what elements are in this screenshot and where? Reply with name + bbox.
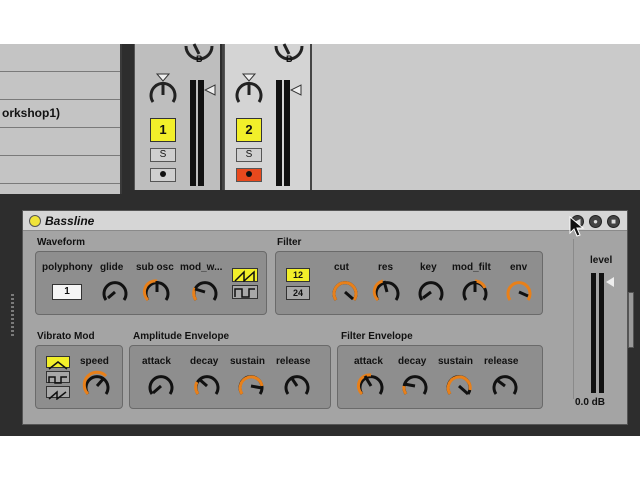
- res-knob[interactable]: [372, 276, 402, 306]
- amp-release-knob[interactable]: [282, 370, 312, 400]
- amp-release-label: release: [276, 356, 311, 367]
- square-wave-button[interactable]: [232, 285, 258, 299]
- saw-wave-icon: [234, 270, 255, 283]
- waveform-section-title: Waveform: [37, 237, 85, 248]
- amp-env-panel: attack decay sustain release: [129, 345, 331, 409]
- polyphony-label: polyphony: [42, 262, 93, 273]
- filter-slope-12-button[interactable]: 12: [286, 268, 310, 282]
- amp-attack-knob[interactable]: [146, 370, 176, 400]
- mod-w-knob[interactable]: [190, 276, 220, 306]
- amp-sustain-label: sustain: [230, 356, 266, 367]
- track-divider: [222, 44, 224, 190]
- env-knob[interactable]: [504, 276, 534, 306]
- filter-decay-knob[interactable]: [400, 370, 430, 400]
- level-fader-arrow-icon[interactable]: [606, 277, 614, 287]
- send-label: B: [286, 54, 293, 64]
- env-label: env: [510, 262, 528, 273]
- bassline-device: Bassline ◀ ● ■ Waveform polyphony 1 glid…: [22, 210, 628, 425]
- level-meter-right: [599, 273, 604, 393]
- filter-sustain-label: sustain: [438, 356, 474, 367]
- vibrato-triangle-button[interactable]: [46, 356, 70, 370]
- sub-osc-knob[interactable]: [142, 276, 172, 306]
- track-1-activator[interactable]: 1: [150, 118, 176, 142]
- res-label: res: [378, 262, 394, 273]
- vibrato-section-title: Vibrato Mod: [37, 331, 95, 342]
- device-power-button[interactable]: [29, 215, 41, 227]
- filter-release-knob[interactable]: [490, 370, 520, 400]
- waveform-panel: polyphony 1 glide sub osc mod_w...: [35, 251, 267, 315]
- vibrato-panel: speed: [35, 345, 123, 409]
- track-2-volume-arrow-icon[interactable]: [290, 84, 302, 96]
- pan-knob-track-2[interactable]: [232, 72, 266, 112]
- square-wave-icon: [234, 288, 255, 298]
- amp-attack-label: attack: [142, 356, 171, 367]
- cutoff-knob[interactable]: [330, 276, 360, 306]
- square-wave-icon: [48, 376, 67, 384]
- track-2-activator[interactable]: 2: [236, 118, 262, 142]
- level-value: 0.0 dB: [575, 397, 606, 408]
- filter-decay-label: decay: [398, 356, 427, 367]
- browser-item[interactable]: [0, 128, 120, 156]
- device-chain-scrollbar[interactable]: [628, 292, 634, 348]
- filter-release-label: release: [484, 356, 519, 367]
- amp-env-section-title: Amplitude Envelope: [133, 331, 230, 342]
- mod-filt-label: mod_filt: [452, 262, 491, 273]
- browser-item[interactable]: orkshop1): [0, 100, 120, 128]
- track-2-meter-left: [276, 80, 282, 186]
- mod-w-label: mod_w...: [180, 262, 223, 273]
- track-1-arm-button[interactable]: [150, 168, 176, 182]
- track-1-volume-arrow-icon[interactable]: [204, 84, 216, 96]
- browser-item[interactable]: [0, 72, 120, 100]
- filter-attack-label: attack: [354, 356, 383, 367]
- device-resize-grip[interactable]: [11, 294, 14, 338]
- level-label: level: [590, 255, 613, 266]
- record-icon: [160, 171, 166, 177]
- cutoff-label: cut: [334, 262, 349, 273]
- filter-env-section-title: Filter Envelope: [341, 331, 413, 342]
- key-knob[interactable]: [416, 276, 446, 306]
- glide-knob[interactable]: [100, 276, 130, 306]
- level-meter-left: [591, 273, 596, 393]
- key-label: key: [420, 262, 437, 273]
- amp-decay-label: decay: [190, 356, 219, 367]
- filter-slope-24-button[interactable]: 24: [286, 286, 310, 300]
- browser-panel: orkshop1): [0, 44, 122, 194]
- speed-knob[interactable]: [82, 370, 112, 400]
- amp-decay-knob[interactable]: [192, 370, 222, 400]
- device-body: Waveform polyphony 1 glide sub osc mod_w…: [23, 231, 627, 424]
- track-1-meter-left: [190, 80, 196, 186]
- filter-panel: 12 24 cut res key mod_filt env: [275, 251, 543, 315]
- filter-sustain-knob[interactable]: [444, 370, 474, 400]
- vibrato-saw-button[interactable]: [46, 386, 70, 401]
- saw-wave-button[interactable]: [232, 268, 258, 283]
- track-2-solo-button[interactable]: S: [236, 148, 262, 162]
- track-2-arm-button[interactable]: [236, 168, 262, 182]
- level-section: level: [573, 239, 625, 399]
- track-divider: [310, 44, 312, 190]
- browser-item[interactable]: [0, 156, 120, 184]
- record-icon: [246, 171, 252, 177]
- filter-env-panel: attack decay sustain release: [337, 345, 543, 409]
- vibrato-square-button[interactable]: [46, 371, 70, 384]
- device-name: Bassline: [45, 214, 95, 228]
- pan-knob-track-1[interactable]: [146, 72, 180, 112]
- triangle-wave-icon: [48, 361, 68, 370]
- polyphony-field[interactable]: 1: [52, 284, 82, 300]
- sub-osc-label: sub osc: [136, 262, 174, 273]
- saw-wave-icon: [48, 390, 67, 401]
- mod-filt-knob[interactable]: [460, 276, 490, 306]
- device-title-bar: Bassline ◀ ● ■: [23, 211, 627, 231]
- filter-section-title: Filter: [277, 237, 302, 248]
- filter-attack-knob[interactable]: [356, 370, 386, 400]
- glide-label: glide: [100, 262, 124, 273]
- mouse-cursor-icon: [569, 216, 585, 237]
- save-preset-icon[interactable]: ■: [607, 215, 620, 228]
- amp-sustain-knob[interactable]: [236, 370, 266, 400]
- track-1-solo-button[interactable]: S: [150, 148, 176, 162]
- browser-item[interactable]: [0, 44, 120, 72]
- send-label: B: [196, 54, 203, 64]
- speed-label: speed: [80, 356, 109, 367]
- map-icon[interactable]: ●: [589, 215, 602, 228]
- master-strip-area: [312, 44, 640, 190]
